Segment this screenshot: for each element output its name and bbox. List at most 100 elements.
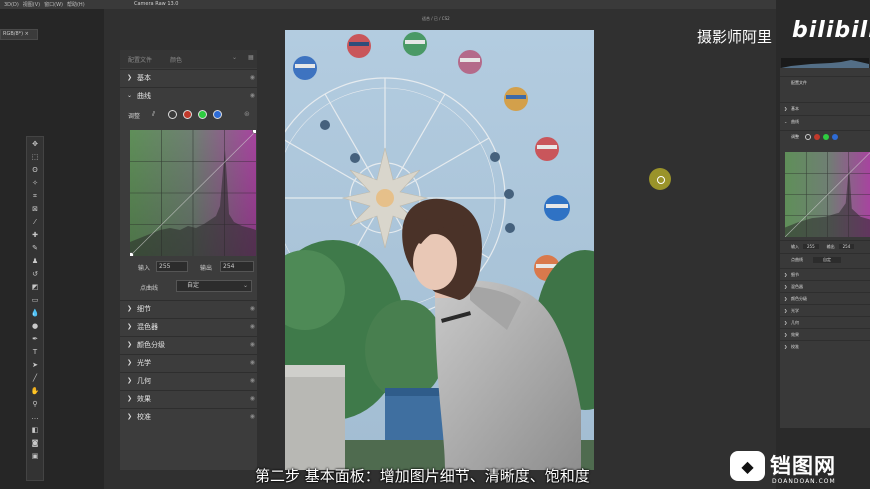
ref-red-channel-button[interactable] <box>814 133 820 140</box>
eye-icon[interactable]: ◉ <box>250 413 255 420</box>
marquee-tool-icon[interactable]: ⬚ <box>27 151 43 163</box>
eye-icon[interactable]: ◉ <box>250 74 255 81</box>
eye-icon[interactable]: ◉ <box>250 341 255 348</box>
crop-tool-icon[interactable]: ⌗ <box>27 190 43 202</box>
type-tool-icon[interactable]: T <box>27 346 43 358</box>
ref-profile-row[interactable]: 配置文件 <box>780 76 870 88</box>
zoom-tool-icon[interactable]: ⚲ <box>27 398 43 410</box>
eye-icon[interactable]: ◉ <box>250 323 255 330</box>
document-tab[interactable]: RGB/8*) × <box>0 29 38 40</box>
history-brush-icon[interactable]: ↺ <box>27 268 43 280</box>
stamp-tool-icon[interactable]: ♟ <box>27 255 43 267</box>
chevron-right-icon: ❯ <box>784 320 788 325</box>
ref-section-color-mixer[interactable]: ❯ 混色器 <box>780 280 870 292</box>
color-swatch-icon[interactable]: ◧ <box>27 424 43 436</box>
ref-white-channel-button[interactable] <box>805 133 811 140</box>
red-channel-button[interactable] <box>183 110 192 119</box>
ref-blue-channel-button[interactable] <box>832 133 838 140</box>
lasso-tool-icon[interactable]: ʘ <box>27 164 43 176</box>
section-optics[interactable]: ❯ 光学 ◉ <box>120 354 257 370</box>
point-curve-select[interactable]: 自定 ⌄ <box>176 280 252 292</box>
path-select-icon[interactable]: ➤ <box>27 359 43 371</box>
target-adjust-icon[interactable]: ⊛ <box>244 110 250 118</box>
section-label: 基本 <box>137 73 151 82</box>
section-basic[interactable]: ❯ 基本 ◉ <box>120 69 257 85</box>
section-calibration[interactable]: ❯ 校准 ◉ <box>120 408 257 424</box>
ref-section-detail[interactable]: ❯ 细节 <box>780 268 870 280</box>
ref-green-channel-button[interactable] <box>823 133 829 140</box>
eye-icon[interactable]: ◉ <box>250 359 255 366</box>
profile-browser-icon[interactable]: ▦ <box>248 54 254 61</box>
section-label: 混色器 <box>137 322 158 331</box>
menu-item-view[interactable]: 视图(V) <box>23 1 40 8</box>
eye-icon[interactable]: ◉ <box>250 92 255 99</box>
blur-tool-icon[interactable]: 💧 <box>27 307 43 319</box>
section-detail[interactable]: ❯ 细节 ◉ <box>120 300 257 316</box>
eyedropper-icon[interactable]: ⁄ <box>27 216 43 228</box>
eye-icon[interactable]: ◉ <box>250 395 255 402</box>
photo-preview[interactable] <box>285 30 594 470</box>
profile-value[interactable]: 颜色 <box>170 55 182 64</box>
pen-tool-icon[interactable]: ✒ <box>27 333 43 345</box>
profile-row[interactable]: 配置文件 颜色 ⌄ ▦ <box>120 50 257 68</box>
ref-section-geometry[interactable]: ❯ 几何 <box>780 316 870 328</box>
ref-section-effects[interactable]: ❯ 效果 <box>780 328 870 340</box>
chevron-down-icon: ⌄ <box>127 92 133 99</box>
reference-edit-panel: 配置文件 ❯ 基本 ⌄ 曲线 调整 输入 255 输出 254 点曲线 自定 ❯… <box>780 68 870 428</box>
eraser-tool-icon[interactable]: ◩ <box>27 281 43 293</box>
watermark-subtext: DOANDOAN.COM <box>772 478 836 485</box>
section-geometry[interactable]: ❯ 几何 ◉ <box>120 372 257 388</box>
chevron-right-icon: ❯ <box>784 308 788 313</box>
ref-section-optics[interactable]: ❯ 光学 <box>780 304 870 316</box>
chevron-right-icon: ❯ <box>127 323 133 330</box>
magic-wand-icon[interactable]: ✧ <box>27 177 43 189</box>
watermark: ◆ 铛图网 DOANDOAN.COM <box>730 450 870 489</box>
eye-icon[interactable]: ◉ <box>250 305 255 312</box>
tone-curve-graph[interactable] <box>130 130 256 256</box>
watermark-logo-icon: ◆ <box>730 451 765 481</box>
ref-point-curve-select[interactable]: 自定 <box>813 256 841 263</box>
healing-brush-icon[interactable]: ✚ <box>27 229 43 241</box>
section-color-mixer[interactable]: ❯ 混色器 ◉ <box>120 318 257 334</box>
hand-tool-icon[interactable]: ✋ <box>27 385 43 397</box>
section-label: 细节 <box>137 304 151 313</box>
watermark-text: 铛图网 <box>770 454 836 478</box>
line-tool-icon[interactable]: ╱ <box>27 372 43 384</box>
ref-tone-curve-graph[interactable] <box>785 152 870 237</box>
white-channel-button[interactable] <box>168 110 177 119</box>
menu-item-window[interactable]: 窗口(W) <box>44 1 63 8</box>
section-curve[interactable]: ⌄ 曲线 ◉ <box>120 87 257 103</box>
blue-channel-button[interactable] <box>213 110 222 119</box>
chevron-right-icon: ❯ <box>127 395 133 402</box>
output-field[interactable]: 254 <box>220 261 254 272</box>
ref-section-label: 光学 <box>791 307 799 313</box>
gradient-tool-icon[interactable]: ▭ <box>27 294 43 306</box>
parametric-curve-icon[interactable]: ⫽ <box>152 110 155 119</box>
window-title: Camera Raw 13.0 <box>134 1 179 7</box>
chevron-down-icon[interactable]: ⌄ <box>232 54 237 61</box>
green-channel-button[interactable] <box>198 110 207 119</box>
section-effects[interactable]: ❯ 效果 ◉ <box>120 390 257 406</box>
frame-tool-icon[interactable]: ⊠ <box>27 203 43 215</box>
ref-section-basic[interactable]: ❯ 基本 <box>780 102 870 114</box>
ref-section-curve[interactable]: ⌄ 曲线 <box>780 115 870 127</box>
input-field[interactable]: 255 <box>156 261 188 272</box>
quick-mask-icon[interactable]: ◙ <box>27 437 43 449</box>
ref-section-calibration[interactable]: ❯ 校准 <box>780 340 870 352</box>
move-tool-icon[interactable]: ✥ <box>27 138 43 150</box>
menu-item-3d[interactable]: 3D(D) <box>4 2 19 8</box>
ref-output-field[interactable]: 254 <box>838 244 855 249</box>
more-tools-icon[interactable]: … <box>27 411 43 423</box>
section-color-grading[interactable]: ❯ 颜色分级 ◉ <box>120 336 257 352</box>
ref-section-color-grading[interactable]: ❯ 颜色分级 <box>780 292 870 304</box>
eye-icon[interactable]: ◉ <box>250 377 255 384</box>
ref-input-field[interactable]: 255 <box>803 244 819 249</box>
chevron-right-icon: ❯ <box>784 344 788 349</box>
chevron-right-icon: ❯ <box>784 106 788 111</box>
dodge-tool-icon[interactable]: ● <box>27 320 43 332</box>
menu-item-help[interactable]: 帮助(H) <box>67 1 85 8</box>
screen-mode-icon[interactable]: ▣ <box>27 450 43 462</box>
brush-tool-icon[interactable]: ✎ <box>27 242 43 254</box>
curve-channel-toolbar: 调整 ⫽ ⊛ <box>120 106 257 124</box>
chevron-right-icon: ❯ <box>127 341 133 348</box>
